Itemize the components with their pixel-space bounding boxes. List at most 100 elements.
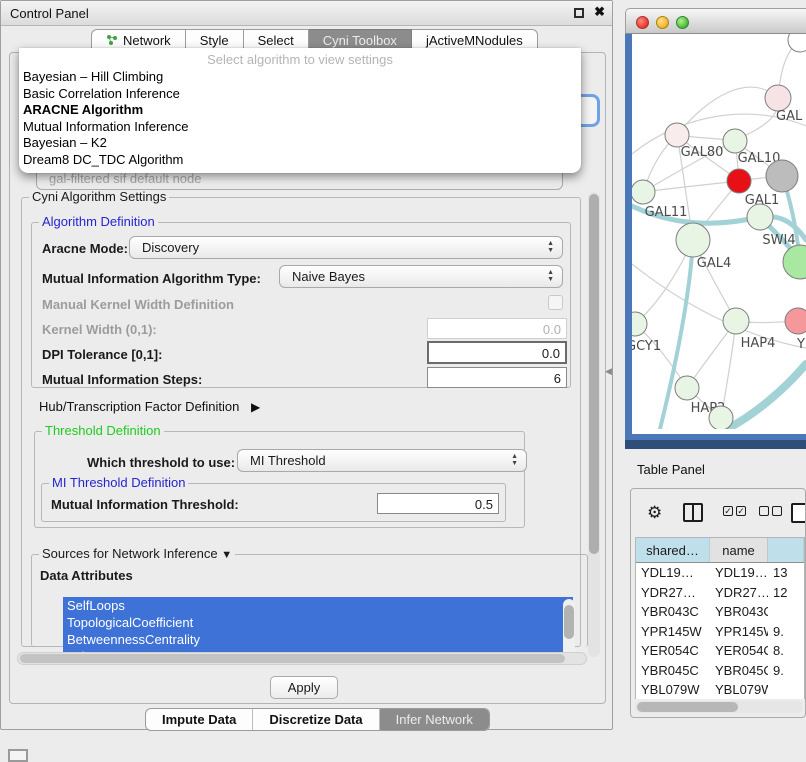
algorithm-dropdown-item[interactable]: Bayesian – Hill Climbing	[19, 69, 581, 86]
hub-definition-expander[interactable]: Hub/Transcription Factor Definition ▶	[39, 399, 260, 414]
apply-button[interactable]: Apply	[270, 676, 338, 699]
which-threshold-label: Which threshold to use:	[87, 455, 235, 470]
deselect-all-checkboxes-icon[interactable]	[759, 506, 782, 516]
close-panel-icon[interactable]: ✖	[594, 4, 605, 20]
algorithm-dropdown: Select algorithm to view settings Bayesi…	[19, 48, 581, 173]
which-threshold-combo[interactable]: MI Threshold ▲▼	[237, 449, 527, 472]
table-cell: 13	[768, 563, 804, 583]
table-cell: YBR045C	[710, 661, 768, 681]
kernel-width-field[interactable]: 0.0	[427, 318, 567, 339]
table-cell: YBR045C	[636, 661, 710, 681]
table-cell	[768, 680, 804, 699]
table-row[interactable]: YDR27…YDR27…12	[636, 583, 804, 603]
table-row[interactable]: YER054CYER054C8.	[636, 641, 804, 661]
tab-impute-data[interactable]: Impute Data	[146, 709, 253, 730]
mi-threshold-title: MI Threshold Definition	[49, 475, 188, 490]
algorithm-dropdown-item[interactable]: Bayesian – K2	[19, 135, 581, 152]
aracne-mode-combo[interactable]: Discovery ▲▼	[129, 236, 563, 259]
kernel-width-label: Kernel Width (0,1):	[42, 322, 157, 337]
data-attribute-item[interactable]: BetweennessCentrality	[63, 631, 573, 648]
network-node[interactable]	[785, 308, 806, 334]
minimize-window-icon[interactable]	[656, 16, 669, 29]
table-row[interactable]: YBR043CYBR043C	[636, 602, 804, 622]
tab-infer-network[interactable]: Infer Network	[380, 709, 489, 730]
mi-steps-field[interactable]: 6	[427, 367, 567, 388]
algorithm-dropdown-item[interactable]: ARACNE Algorithm	[19, 102, 581, 119]
panel-collapse-arrow-icon[interactable]: ◀	[605, 366, 612, 377]
data-attributes-label: Data Attributes	[40, 568, 133, 583]
algorithm-dropdown-item[interactable]: Dream8 DC_TDC Algorithm	[19, 152, 581, 169]
table-horizontal-scrollbar[interactable]	[635, 701, 803, 713]
network-window-titlebar[interactable]	[625, 8, 806, 34]
network-node-label: SWI4	[762, 233, 795, 248]
dpi-tolerance-field[interactable]: 0.0	[427, 341, 567, 364]
network-view-window: GALGAL80GAL10GAL1SWI4GAL11GAL4HAP4YGCY1H…	[625, 8, 806, 449]
algorithm-dropdown-item[interactable]: Basic Correlation Inference	[19, 86, 581, 103]
node-table: shared… name YDL19…YDL19…13YDR27…YDR27…1…	[635, 537, 805, 699]
table-body: YDL19…YDL19…13YDR27…YDR27…12YBR043CYBR04…	[636, 563, 804, 699]
table-cell: 9.	[768, 661, 804, 681]
network-node[interactable]	[665, 123, 689, 147]
network-node[interactable]	[632, 180, 655, 204]
column-header-shared-name[interactable]: shared…	[636, 538, 710, 562]
select-all-checkboxes-icon[interactable]: ✓✓	[723, 506, 746, 516]
settings-horizontal-scrollbar[interactable]	[17, 652, 587, 665]
settings-vertical-scrollbar[interactable]	[588, 192, 600, 657]
threshold-definition-group: Threshold Definition Which threshold to …	[34, 431, 525, 528]
table-cell: YER054C	[710, 641, 768, 661]
cyni-settings-scrollpane: Cyni Algorithm Settings Algorithm Defini…	[15, 188, 600, 661]
network-node[interactable]	[727, 169, 751, 193]
table-cell: 8.	[768, 641, 804, 661]
network-node[interactable]	[783, 245, 806, 279]
data-attribute-item[interactable]: SelfLoops	[63, 597, 573, 614]
network-node[interactable]	[747, 204, 773, 230]
network-node[interactable]	[766, 160, 798, 192]
dpi-tolerance-label: DPI Tolerance [0,1]:	[42, 347, 162, 362]
float-window-icon[interactable]	[574, 8, 584, 18]
network-canvas[interactable]: GALGAL80GAL10GAL1SWI4GAL11GAL4HAP4YGCY1H…	[625, 34, 806, 440]
network-node[interactable]	[765, 85, 791, 111]
data-attribute-item[interactable]: TopologicalCoefficient	[63, 614, 573, 631]
network-node[interactable]	[709, 406, 733, 429]
mi-threshold-label: Mutual Information Threshold:	[51, 497, 239, 512]
table-row[interactable]: YDL19…YDL19…13	[636, 563, 804, 583]
table-panel-window: ⚙ ✓✓ shared… name YDL19…YDL19…13YDR27…YD…	[630, 488, 806, 718]
minimized-panel-icon[interactable]	[8, 749, 28, 762]
algorithm-dropdown-items: Bayesian – Hill ClimbingBasic Correlatio…	[19, 69, 581, 168]
table-row[interactable]: YBR045CYBR045C9.	[636, 661, 804, 681]
new-table-icon[interactable]	[791, 503, 806, 523]
columns-icon[interactable]	[683, 503, 703, 522]
network-node[interactable]	[723, 308, 749, 334]
table-panel-toolbar: ⚙ ✓✓	[631, 489, 805, 535]
manual-kernel-label: Manual Kernel Width Definition	[42, 297, 234, 312]
control-panel-title: Control Panel	[10, 6, 89, 21]
desktop: Control Panel ✖ Network Style Select Cyn…	[0, 0, 806, 762]
column-header-name[interactable]: name	[710, 538, 768, 562]
network-node[interactable]	[723, 129, 747, 153]
table-row[interactable]: YBL079WYBL079W	[636, 680, 804, 699]
tab-discretize-data[interactable]: Discretize Data	[253, 709, 379, 730]
expander-down-arrow-icon[interactable]: ▼	[221, 549, 232, 561]
network-node-label: GAL11	[645, 205, 688, 220]
sources-group: Sources for Network Inference ▼ Data Att…	[31, 554, 588, 647]
table-row[interactable]: YPR145WYPR145W9.	[636, 622, 804, 642]
gear-icon[interactable]: ⚙	[647, 503, 662, 523]
zoom-window-icon[interactable]	[676, 16, 689, 29]
network-node[interactable]	[675, 376, 699, 400]
column-header-clipped[interactable]	[768, 538, 804, 562]
mi-threshold-group: MI Threshold Definition Mutual Informati…	[41, 483, 506, 522]
aracne-mode-label: Aracne Mode:	[42, 241, 128, 256]
algorithm-dropdown-item[interactable]: Mutual Information Inference	[19, 119, 581, 136]
mi-type-combo[interactable]: Naive Bayes ▲▼	[279, 265, 563, 288]
manual-kernel-checkbox[interactable]	[548, 295, 563, 310]
algorithm-dropdown-placeholder: Select algorithm to view settings	[19, 52, 581, 69]
network-node[interactable]	[676, 223, 710, 257]
mi-threshold-field[interactable]: 0.5	[377, 493, 499, 514]
algorithm-definition-group: Algorithm Definition Aracne Mode: Discov…	[31, 222, 571, 388]
control-panel-titlebar[interactable]: Control Panel ✖	[1, 1, 612, 26]
combo-arrows-icon: ▲▼	[547, 269, 554, 283]
network-node-label: GAL4	[697, 256, 731, 271]
close-window-icon[interactable]	[636, 16, 649, 29]
table-cell: YBR043C	[636, 602, 710, 622]
mi-steps-label: Mutual Information Steps:	[42, 372, 202, 387]
